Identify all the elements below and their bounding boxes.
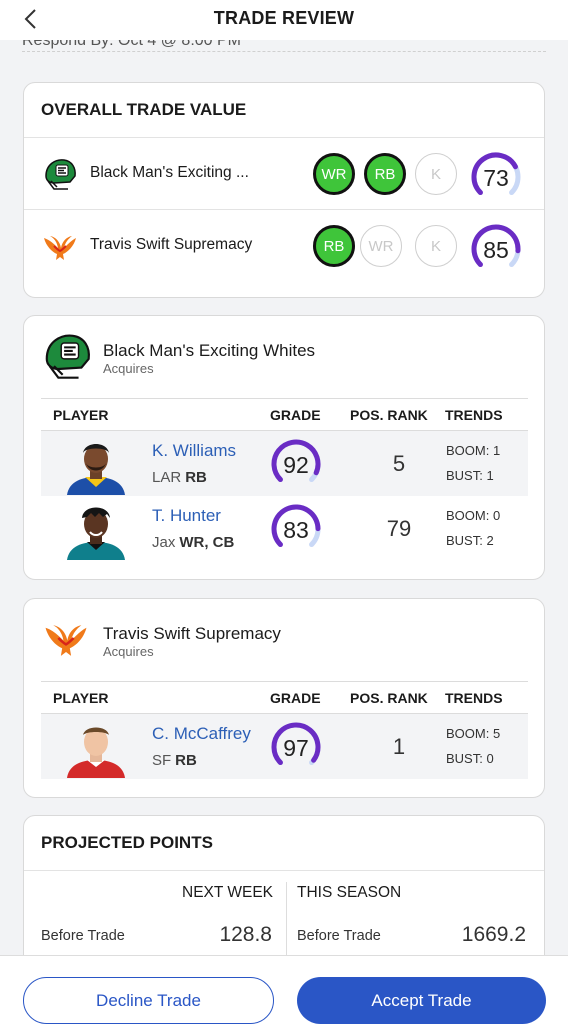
col-grade: GRADE: [270, 690, 321, 706]
player-team-pos: LAR RB: [152, 469, 207, 486]
boom-count: BOOM: 0: [446, 508, 501, 523]
team-card-1: Black Man's Exciting Whites Acquires PLA…: [23, 315, 545, 580]
overall-row-team-1[interactable]: Black Man's Exciting ... WR RB K 73: [24, 138, 544, 210]
footer-action-bar: Decline Trade Accept Trade: [0, 955, 568, 1024]
trade-value-number: 85: [483, 237, 509, 263]
overall-trade-value-title: OVERALL TRADE VALUE: [24, 83, 544, 138]
player-team-pos: SF RB: [152, 752, 197, 769]
table-header: PLAYER GRADE POS. RANK TRENDS: [41, 398, 528, 431]
next-week-before-value: 128.8: [219, 923, 272, 946]
this-season-header: THIS SEASON: [297, 884, 402, 901]
overall-team-name: Black Man's Exciting ...: [90, 164, 249, 181]
bust-count: BUST: 0: [446, 751, 494, 766]
player-row[interactable]: T. Hunter Jax WR, CB 83 79 BOOM: 0 BUST: …: [41, 496, 528, 561]
before-trade-label: Before Trade: [41, 928, 125, 944]
header-bar: TRADE REVIEW: [0, 0, 568, 40]
position-pill-wr[interactable]: WR: [360, 225, 402, 267]
overall-row-team-2[interactable]: Travis Swift Supremacy RB WR K 85: [24, 210, 544, 288]
grade-number: 97: [283, 735, 309, 761]
trade-value-number: 73: [483, 165, 509, 191]
players-table: PLAYER GRADE POS. RANK TRENDS K. William…: [41, 398, 528, 561]
pos-rank-value: 5: [392, 451, 406, 476]
player-headshot: [67, 444, 125, 495]
trade-value-gauge: 73: [471, 152, 521, 196]
player-name-link[interactable]: T. Hunter: [152, 506, 221, 526]
grade-number: 92: [283, 452, 309, 478]
player-team-pos: Jax WR, CB: [152, 534, 235, 551]
team-sub-label: Acquires: [103, 361, 154, 376]
phoenix-logo-icon: [45, 625, 87, 656]
position-pill-k[interactable]: K: [415, 225, 457, 267]
position-pill-k[interactable]: K: [415, 153, 457, 195]
next-week-header: NEXT WEEK: [182, 884, 274, 901]
overall-team-name: Travis Swift Supremacy: [90, 236, 253, 253]
player-row[interactable]: K. Williams LAR RB 92 5 BOOM: 1 BUST: 1: [41, 431, 528, 496]
col-player: PLAYER: [53, 407, 109, 423]
col-pos-rank: POS. RANK: [350, 407, 428, 423]
player-grade-gauge: 97: [271, 722, 321, 766]
projected-points-title: PROJECTED POINTS: [24, 816, 544, 871]
team-sub-label: Acquires: [103, 644, 154, 659]
boom-count: BOOM: 1: [446, 443, 501, 458]
bust-count: BUST: 2: [446, 533, 494, 548]
jets-helmet-logo-icon: [45, 334, 90, 379]
player-headshot: [67, 507, 125, 560]
position-pill-wr[interactable]: WR: [313, 153, 355, 195]
position-pill-rb[interactable]: RB: [364, 153, 406, 195]
col-trends: TRENDS: [445, 407, 503, 423]
player-name-link[interactable]: K. Williams: [152, 441, 236, 461]
col-player: PLAYER: [53, 690, 109, 706]
col-trends: TRENDS: [445, 690, 503, 706]
page-title: TRADE REVIEW: [213, 8, 355, 28]
trade-value-gauge: 85: [471, 224, 521, 268]
respond-by-text: Respond By: Oct 4 @ 8:00 PM: [22, 40, 546, 52]
table-header: PLAYER GRADE POS. RANK TRENDS: [41, 681, 528, 714]
jets-helmet-logo-icon: [45, 159, 76, 190]
team-name: Travis Swift Supremacy: [103, 624, 281, 643]
team-card-header: Travis Swift Supremacy Acquires: [24, 599, 544, 669]
team-name: Black Man's Exciting Whites: [103, 341, 316, 360]
phoenix-logo-icon: [44, 236, 76, 260]
player-headshot: [67, 727, 125, 778]
team-card-header: Black Man's Exciting Whites Acquires: [24, 316, 544, 386]
accept-trade-button[interactable]: Accept Trade: [297, 977, 546, 1024]
pos-rank-value: 79: [386, 516, 412, 541]
grade-number: 83: [283, 517, 309, 543]
decline-trade-button[interactable]: Decline Trade: [23, 977, 274, 1024]
player-row[interactable]: C. McCaffrey SF RB 97 1 BOOM: 5 BUST: 0: [41, 714, 528, 779]
player-grade-gauge: 92: [271, 439, 321, 483]
player-grade-gauge: 83: [271, 504, 321, 548]
projected-points-card: PROJECTED POINTS NEXT WEEK THIS SEASON B…: [23, 815, 545, 975]
bust-count: BUST: 1: [446, 468, 494, 483]
team-card-2: Travis Swift Supremacy Acquires PLAYER G…: [23, 598, 545, 798]
overall-trade-value-card: OVERALL TRADE VALUE Black Man's Exciting…: [23, 82, 545, 298]
boom-count: BOOM: 5: [446, 726, 501, 741]
this-season-before-value: 1669.2: [461, 923, 526, 946]
column-divider: [286, 882, 287, 962]
player-name-link[interactable]: C. McCaffrey: [152, 724, 251, 744]
before-trade-label: Before Trade: [297, 928, 381, 944]
col-grade: GRADE: [270, 407, 321, 423]
pos-rank-value: 1: [392, 734, 406, 759]
players-table: PLAYER GRADE POS. RANK TRENDS C. McCaffr…: [41, 681, 528, 779]
position-pill-rb[interactable]: RB: [313, 225, 355, 267]
col-pos-rank: POS. RANK: [350, 690, 428, 706]
